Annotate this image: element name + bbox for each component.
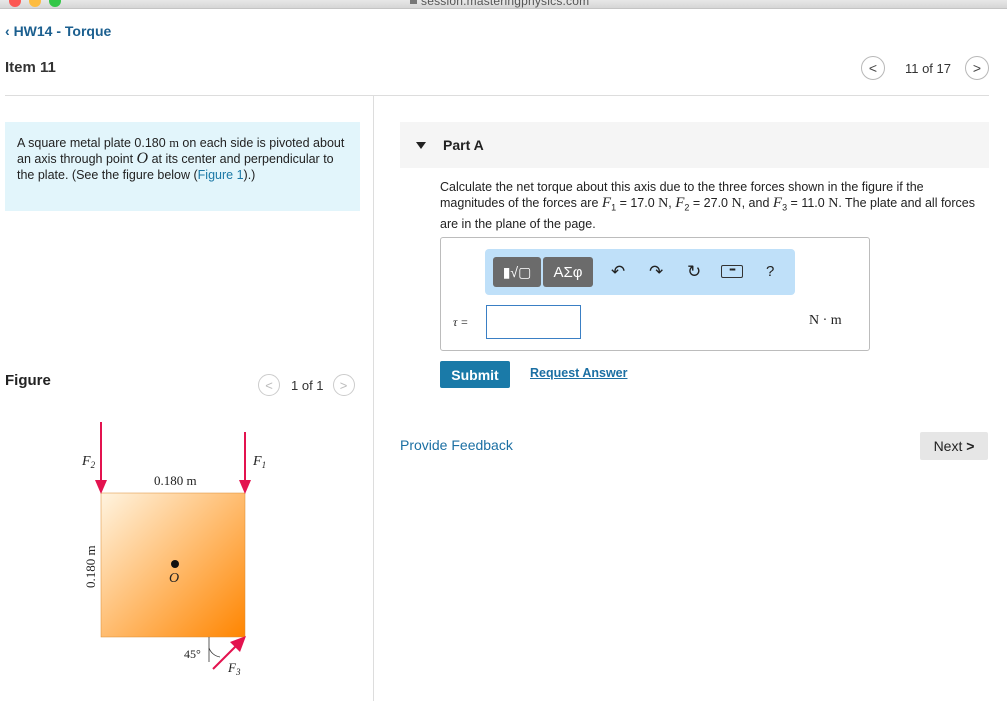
provide-feedback-link[interactable]: Provide Feedback [400,437,513,453]
pivot-point-o [171,560,179,568]
figure-heading: Figure [5,372,51,389]
f3-sub: 3 [235,667,241,677]
previous-figure-button[interactable]: < [258,374,280,396]
left-side-label: 0.180 m [83,545,98,588]
undo-icon[interactable]: ↶ [611,262,625,282]
assignment-title: HW14 - Torque [13,23,112,39]
minimize-window-button[interactable] [29,0,41,7]
f2-sub: 2 [91,460,96,470]
f1-label: F [252,454,262,469]
svg-text:F2: F2 [81,454,96,470]
chevron-right-icon: > [972,60,982,76]
point-o: O [136,150,149,167]
redo-icon[interactable]: ↷ [649,262,663,282]
templates-button[interactable]: ▮√▢ [493,257,541,287]
next-label: Next [933,438,963,454]
force-f2-arrow [95,422,107,494]
zoom-window-button[interactable] [49,0,61,7]
header-divider [5,95,989,96]
angle-label: 45° [184,647,201,661]
browser-chrome: session.masteringphysics.com [0,0,1007,9]
next-figure-button[interactable]: > [332,374,355,396]
greek-symbols-button[interactable]: ΑΣφ [543,257,593,287]
part-title: Part A [443,137,484,153]
math-toolbar: ▮√▢ ΑΣφ ↶ ↷ ↻ ▪▪▪ ? [485,249,795,295]
close-window-button[interactable] [9,0,21,7]
unit-m: m [169,136,179,150]
figure-link[interactable]: Figure 1 [198,168,244,182]
chevron-left-icon: ‹ [5,23,10,39]
problem-intro: A square metal plate 0.180 m on each sid… [5,122,360,211]
reset-icon[interactable]: ↻ [687,262,701,282]
collapse-triangle-icon [416,141,426,149]
torque-figure: O F2 F1 F3 45° 0.180 m 0.180 m [81,422,266,677]
next-item-button[interactable]: > [965,56,989,80]
keyboard-icon[interactable]: ▪▪▪ [721,265,743,278]
column-divider [373,95,374,701]
answer-box: ▮√▢ ΑΣφ ↶ ↷ ↻ ▪▪▪ ? τ = N · m [440,237,870,351]
top-side-label: 0.180 m [154,473,197,488]
chevron-left-icon: < [868,60,878,76]
chevron-right-icon: > [966,438,975,454]
svg-text:F3: F3 [227,660,241,677]
angle-arc [208,647,221,658]
item-title: Item 11 [5,59,56,76]
torque-answer-input[interactable] [486,305,581,339]
f1-sub: 1 [262,460,267,470]
chevron-right-icon: > [339,377,348,393]
figure-counter: 1 of 1 [291,377,324,393]
help-icon[interactable]: ? [766,262,774,282]
f2-label: F [81,454,91,469]
address-bar[interactable]: session.masteringphysics.com [410,0,589,8]
request-answer-link[interactable]: Request Answer [530,366,627,380]
submit-button[interactable]: Submit [440,361,510,388]
figure-pager: < 1 of 1 > [258,374,355,396]
chevron-left-icon: < [265,377,273,393]
unit-label: N · m [809,313,842,328]
tau-label: τ = [453,315,469,329]
lock-icon [410,0,417,4]
force-f1-arrow [239,432,251,494]
previous-item-button[interactable]: < [860,56,885,80]
item-pager: < 11 of 17 > [860,56,989,80]
part-a-header[interactable]: Part A [400,122,989,168]
svg-text:F1: F1 [252,454,266,470]
next-button[interactable]: Next > [920,432,988,460]
center-label: O [169,571,179,586]
item-counter: 11 of 17 [904,60,951,76]
question-text: Calculate the net torque about this axis… [440,180,975,231]
back-to-assignment-link[interactable]: ‹ HW14 - Torque [5,23,111,39]
